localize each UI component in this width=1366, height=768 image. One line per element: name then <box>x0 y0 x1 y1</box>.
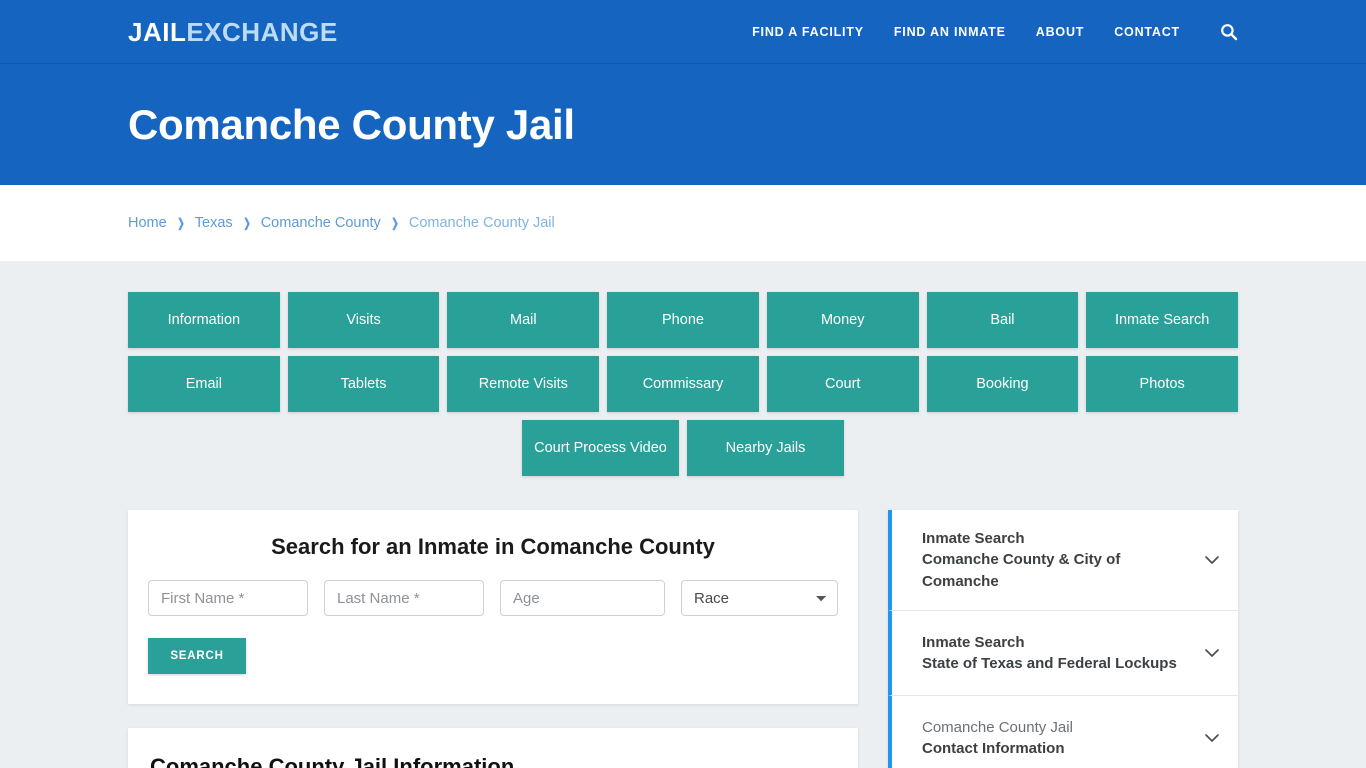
logo-text-secondary: EXCHANGE <box>186 16 338 47</box>
breadcrumb-item-home[interactable]: Home <box>128 215 167 231</box>
chevron-down-icon[interactable] <box>1202 643 1222 663</box>
jail-information-card: Comanche County Jail Information <box>128 728 858 768</box>
facility-button-court-process-video[interactable]: Court Process Video <box>522 420 679 476</box>
facility-button-visits[interactable]: Visits <box>287 292 440 348</box>
jail-information-title: Comanche County Jail Information <box>150 754 515 768</box>
facility-button-commissary[interactable]: Commissary <box>607 356 759 412</box>
facility-button-information[interactable]: Information <box>128 292 280 348</box>
inmate-search-fields: Race <box>146 580 840 616</box>
main-column: Search for an Inmate in Comanche County … <box>128 510 858 768</box>
facility-button-grid-row-3: Court Process Video Nearby Jails <box>128 420 1238 476</box>
facility-button-nearby-jails[interactable]: Nearby Jails <box>687 420 844 476</box>
facility-section-buttons: Information Visits Mail Phone Money Bail… <box>128 292 1238 476</box>
search-submit-button[interactable]: SEARCH <box>148 638 246 674</box>
breadcrumb-item-comanche-county[interactable]: Comanche County <box>261 215 381 231</box>
logo-text-primary: JAIL <box>128 16 187 47</box>
sidebar-accordion: Inmate Search Comanche County & City of … <box>888 510 1238 768</box>
facility-button-email[interactable]: Email <box>128 356 280 412</box>
accordion-item-text: Inmate Search Comanche County & City of … <box>922 528 1188 592</box>
facility-button-inmate-search[interactable]: Inmate Search <box>1086 292 1238 348</box>
breadcrumb: Home ❯ Texas ❯ Comanche County ❯ Comanch… <box>128 215 555 231</box>
nav-link-find-a-facility[interactable]: FIND A FACILITY <box>752 25 864 39</box>
race-select[interactable]: Race <box>681 580 838 616</box>
accordion-item-line2: Contact Information <box>922 740 1065 758</box>
accordion-item-text: Inmate Search State of Texas and Federal… <box>922 632 1188 675</box>
first-name-input[interactable] <box>148 580 308 616</box>
accordion-item-line1: Comanche County Jail <box>922 719 1073 737</box>
accordion-item-inmate-search-state[interactable]: Inmate Search State of Texas and Federal… <box>888 610 1238 696</box>
nav-link-contact[interactable]: CONTACT <box>1114 25 1180 39</box>
facility-button-booking[interactable]: Booking <box>926 356 1079 412</box>
top-navigation-bar: JAILEXCHANGE FIND A FACILITY FIND AN INM… <box>0 0 1366 64</box>
accordion-item-line2: Comanche County & City of Comanche <box>922 551 1121 590</box>
facility-button-grid: Information Visits Mail Phone Money Bail… <box>128 292 1238 412</box>
accordion-item-text: Comanche County Jail Contact Information <box>922 717 1188 760</box>
facility-button-tablets[interactable]: Tablets <box>287 356 440 412</box>
page-hero-banner: Comanche County Jail <box>0 64 1366 185</box>
chevron-down-icon[interactable] <box>1202 550 1222 570</box>
breadcrumb-separator-icon: ❯ <box>176 216 185 230</box>
inmate-search-heading: Search for an Inmate in Comanche County <box>271 534 715 559</box>
accordion-item-contact-information[interactable]: Comanche County Jail Contact Information <box>888 695 1238 768</box>
facility-button-money[interactable]: Money <box>766 292 919 348</box>
last-name-input[interactable] <box>324 580 484 616</box>
chevron-down-icon[interactable] <box>1202 728 1222 748</box>
breadcrumb-separator-icon: ❯ <box>242 216 251 230</box>
content-wrapper: Information Visits Mail Phone Money Bail… <box>128 292 1238 768</box>
sidebar-column: Inmate Search Comanche County & City of … <box>888 510 1238 768</box>
accordion-item-line1: Inmate Search <box>922 530 1025 547</box>
accordion-item-inmate-search-county[interactable]: Inmate Search Comanche County & City of … <box>888 510 1238 611</box>
search-icon[interactable] <box>1220 23 1238 41</box>
facility-button-court[interactable]: Court <box>766 356 919 412</box>
facility-button-remote-visits[interactable]: Remote Visits <box>447 356 600 412</box>
facility-button-mail[interactable]: Mail <box>447 292 600 348</box>
primary-nav-links: FIND A FACILITY FIND AN INMATE ABOUT CON… <box>752 23 1238 41</box>
age-input[interactable] <box>500 580 665 616</box>
facility-button-photos[interactable]: Photos <box>1086 356 1238 412</box>
accordion-item-line1: Inmate Search <box>922 633 1025 651</box>
inmate-search-card: Search for an Inmate in Comanche County … <box>128 510 858 704</box>
site-logo[interactable]: JAILEXCHANGE <box>128 19 338 45</box>
page-title: Comanche County Jail <box>128 100 575 148</box>
breadcrumb-separator-icon: ❯ <box>391 216 399 230</box>
facility-button-bail[interactable]: Bail <box>926 292 1079 348</box>
breadcrumb-item-current[interactable]: Comanche County Jail <box>409 215 555 231</box>
facility-button-phone[interactable]: Phone <box>607 292 759 348</box>
nav-link-find-an-inmate[interactable]: FIND AN INMATE <box>894 25 1006 39</box>
nav-link-about[interactable]: ABOUT <box>1036 25 1084 39</box>
main-columns: Search for an Inmate in Comanche County … <box>128 510 1238 768</box>
page-body: Information Visits Mail Phone Money Bail… <box>0 261 1366 768</box>
breadcrumb-bar: Home ❯ Texas ❯ Comanche County ❯ Comanch… <box>0 185 1366 261</box>
accordion-item-line2: State of Texas and Federal Lockups <box>922 654 1177 672</box>
breadcrumb-item-texas[interactable]: Texas <box>195 215 233 231</box>
